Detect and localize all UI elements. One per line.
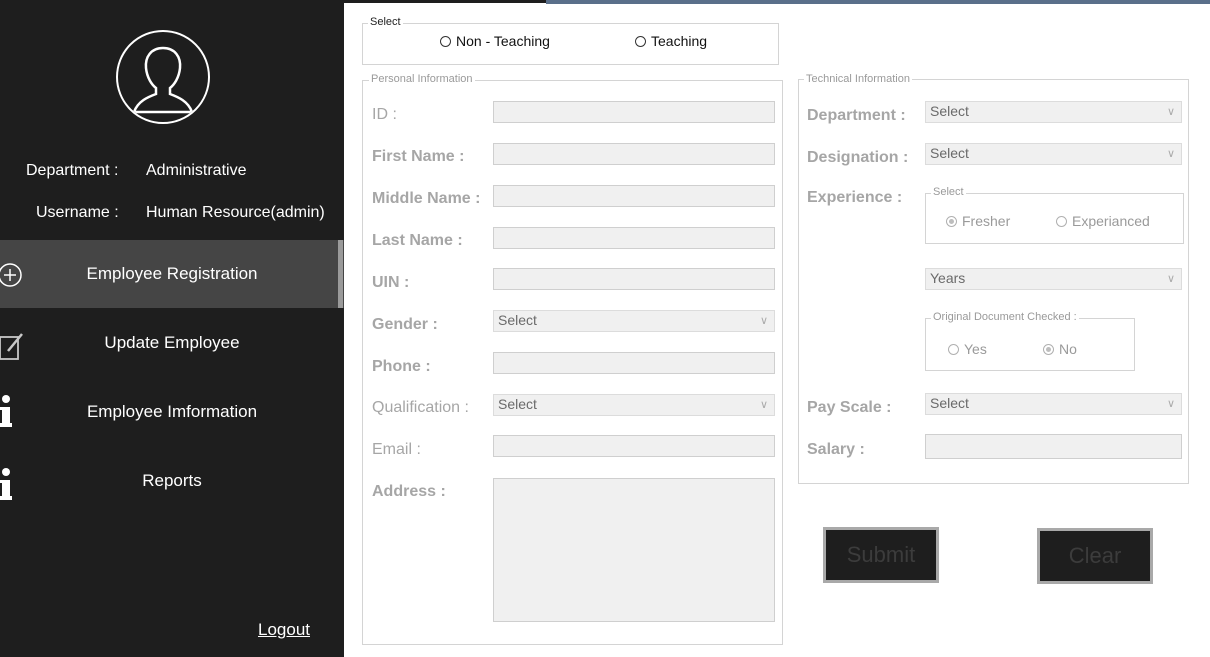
phone-label: Phone : <box>372 358 431 375</box>
department-dropdown-value: Select <box>930 103 969 119</box>
payscale-value: Select <box>930 395 969 411</box>
sidebar: Department : Administrative Username : H… <box>0 0 344 657</box>
radio-label: Fresher <box>962 213 1011 229</box>
title-bar-strip <box>546 0 1210 4</box>
nav-label: Employee Imformation <box>86 402 258 421</box>
username-label: Username : <box>36 204 119 221</box>
middle-name-field[interactable] <box>493 185 775 207</box>
nav-employee-registration[interactable]: Employee Registration <box>0 240 344 308</box>
email-label: Email : <box>372 441 421 458</box>
phone-field[interactable] <box>493 352 775 374</box>
radio-circle-icon <box>948 344 959 355</box>
radio-yes[interactable]: Yes <box>948 341 987 357</box>
gender-label: Gender : <box>372 316 438 333</box>
radio-no[interactable]: No <box>1043 341 1077 357</box>
department-dropdown[interactable]: Select ∨ <box>925 101 1182 123</box>
department-value: Administrative <box>146 162 247 179</box>
designation-label: Designation : <box>807 149 909 166</box>
qualification-dropdown[interactable]: Select ∨ <box>493 394 775 416</box>
radio-label: Non - Teaching <box>456 33 550 49</box>
logout-link[interactable]: Logout <box>258 620 310 640</box>
username-value: Human Resource(admin) <box>146 204 325 221</box>
last-name-field[interactable] <box>493 227 775 249</box>
sidebar-scrollbar[interactable] <box>338 240 343 308</box>
address-field[interactable] <box>493 478 775 622</box>
id-label: ID : <box>372 106 397 123</box>
radio-circle-icon <box>1056 216 1067 227</box>
middle-name-label: Middle Name : <box>372 190 481 207</box>
clear-button[interactable]: Clear <box>1037 528 1153 584</box>
qualification-label: Qualification : <box>372 399 469 416</box>
email-field[interactable] <box>493 435 775 457</box>
nav-label: Reports <box>142 471 202 490</box>
experience-group-title: Select <box>931 186 966 198</box>
uin-field[interactable] <box>493 268 775 290</box>
qualification-value: Select <box>498 396 537 412</box>
employee-type-group-title: Select <box>368 16 403 28</box>
nav-label: Update Employee <box>104 333 240 352</box>
submit-button[interactable]: Submit <box>823 527 939 583</box>
personal-info-title: Personal Information <box>369 73 475 85</box>
experience-label: Experience : <box>807 189 903 206</box>
uin-label: UIN : <box>372 274 410 291</box>
radio-label: Experianced <box>1072 213 1150 229</box>
nav-label: Employee Registration <box>86 264 258 283</box>
designation-value: Select <box>930 145 969 161</box>
first-name-label: First Name : <box>372 148 465 165</box>
chevron-down-icon: ∨ <box>759 315 768 327</box>
radio-circle-icon <box>946 216 957 227</box>
user-avatar-icon <box>116 30 210 124</box>
gender-value: Select <box>498 312 537 328</box>
document-checked-title: Original Document Checked : <box>931 311 1079 323</box>
designation-dropdown[interactable]: Select ∨ <box>925 143 1182 165</box>
chevron-down-icon: ∨ <box>1166 398 1175 410</box>
radio-label: Teaching <box>651 33 708 49</box>
department-field-label: Department : <box>807 107 906 124</box>
payscale-label: Pay Scale : <box>807 399 892 416</box>
radio-fresher[interactable]: Fresher <box>946 213 1010 229</box>
nav-reports[interactable]: Reports <box>0 447 344 515</box>
salary-label: Salary : <box>807 441 865 458</box>
radio-label: Yes <box>964 341 987 357</box>
radio-label: No <box>1059 341 1077 357</box>
first-name-field[interactable] <box>493 143 775 165</box>
radio-experianced[interactable]: Experianced <box>1056 213 1150 229</box>
salary-field[interactable] <box>925 434 1182 459</box>
chevron-down-icon: ∨ <box>1166 106 1175 118</box>
address-label: Address : <box>372 483 446 500</box>
payscale-dropdown[interactable]: Select ∨ <box>925 393 1182 415</box>
last-name-label: Last Name : <box>372 232 463 249</box>
chevron-down-icon: ∨ <box>759 399 768 411</box>
chevron-down-icon: ∨ <box>1166 273 1175 285</box>
radio-circle-icon <box>635 36 646 47</box>
radio-circle-icon <box>440 36 451 47</box>
nav-employee-information[interactable]: Employee Imformation <box>0 378 344 446</box>
radio-non-teaching[interactable]: Non - Teaching <box>440 33 550 49</box>
technical-info-title: Technical Information <box>804 73 912 85</box>
radio-teaching[interactable]: Teaching <box>635 33 707 49</box>
radio-circle-icon <box>1043 344 1054 355</box>
years-value: Years <box>930 270 966 286</box>
employee-type-group <box>362 23 779 65</box>
department-label: Department : <box>26 162 119 179</box>
chevron-down-icon: ∨ <box>1166 148 1175 160</box>
id-field[interactable] <box>493 101 775 123</box>
gender-dropdown[interactable]: Select ∨ <box>493 310 775 332</box>
nav-update-employee[interactable]: Update Employee <box>0 309 344 377</box>
years-dropdown[interactable]: Years ∨ <box>925 268 1182 290</box>
